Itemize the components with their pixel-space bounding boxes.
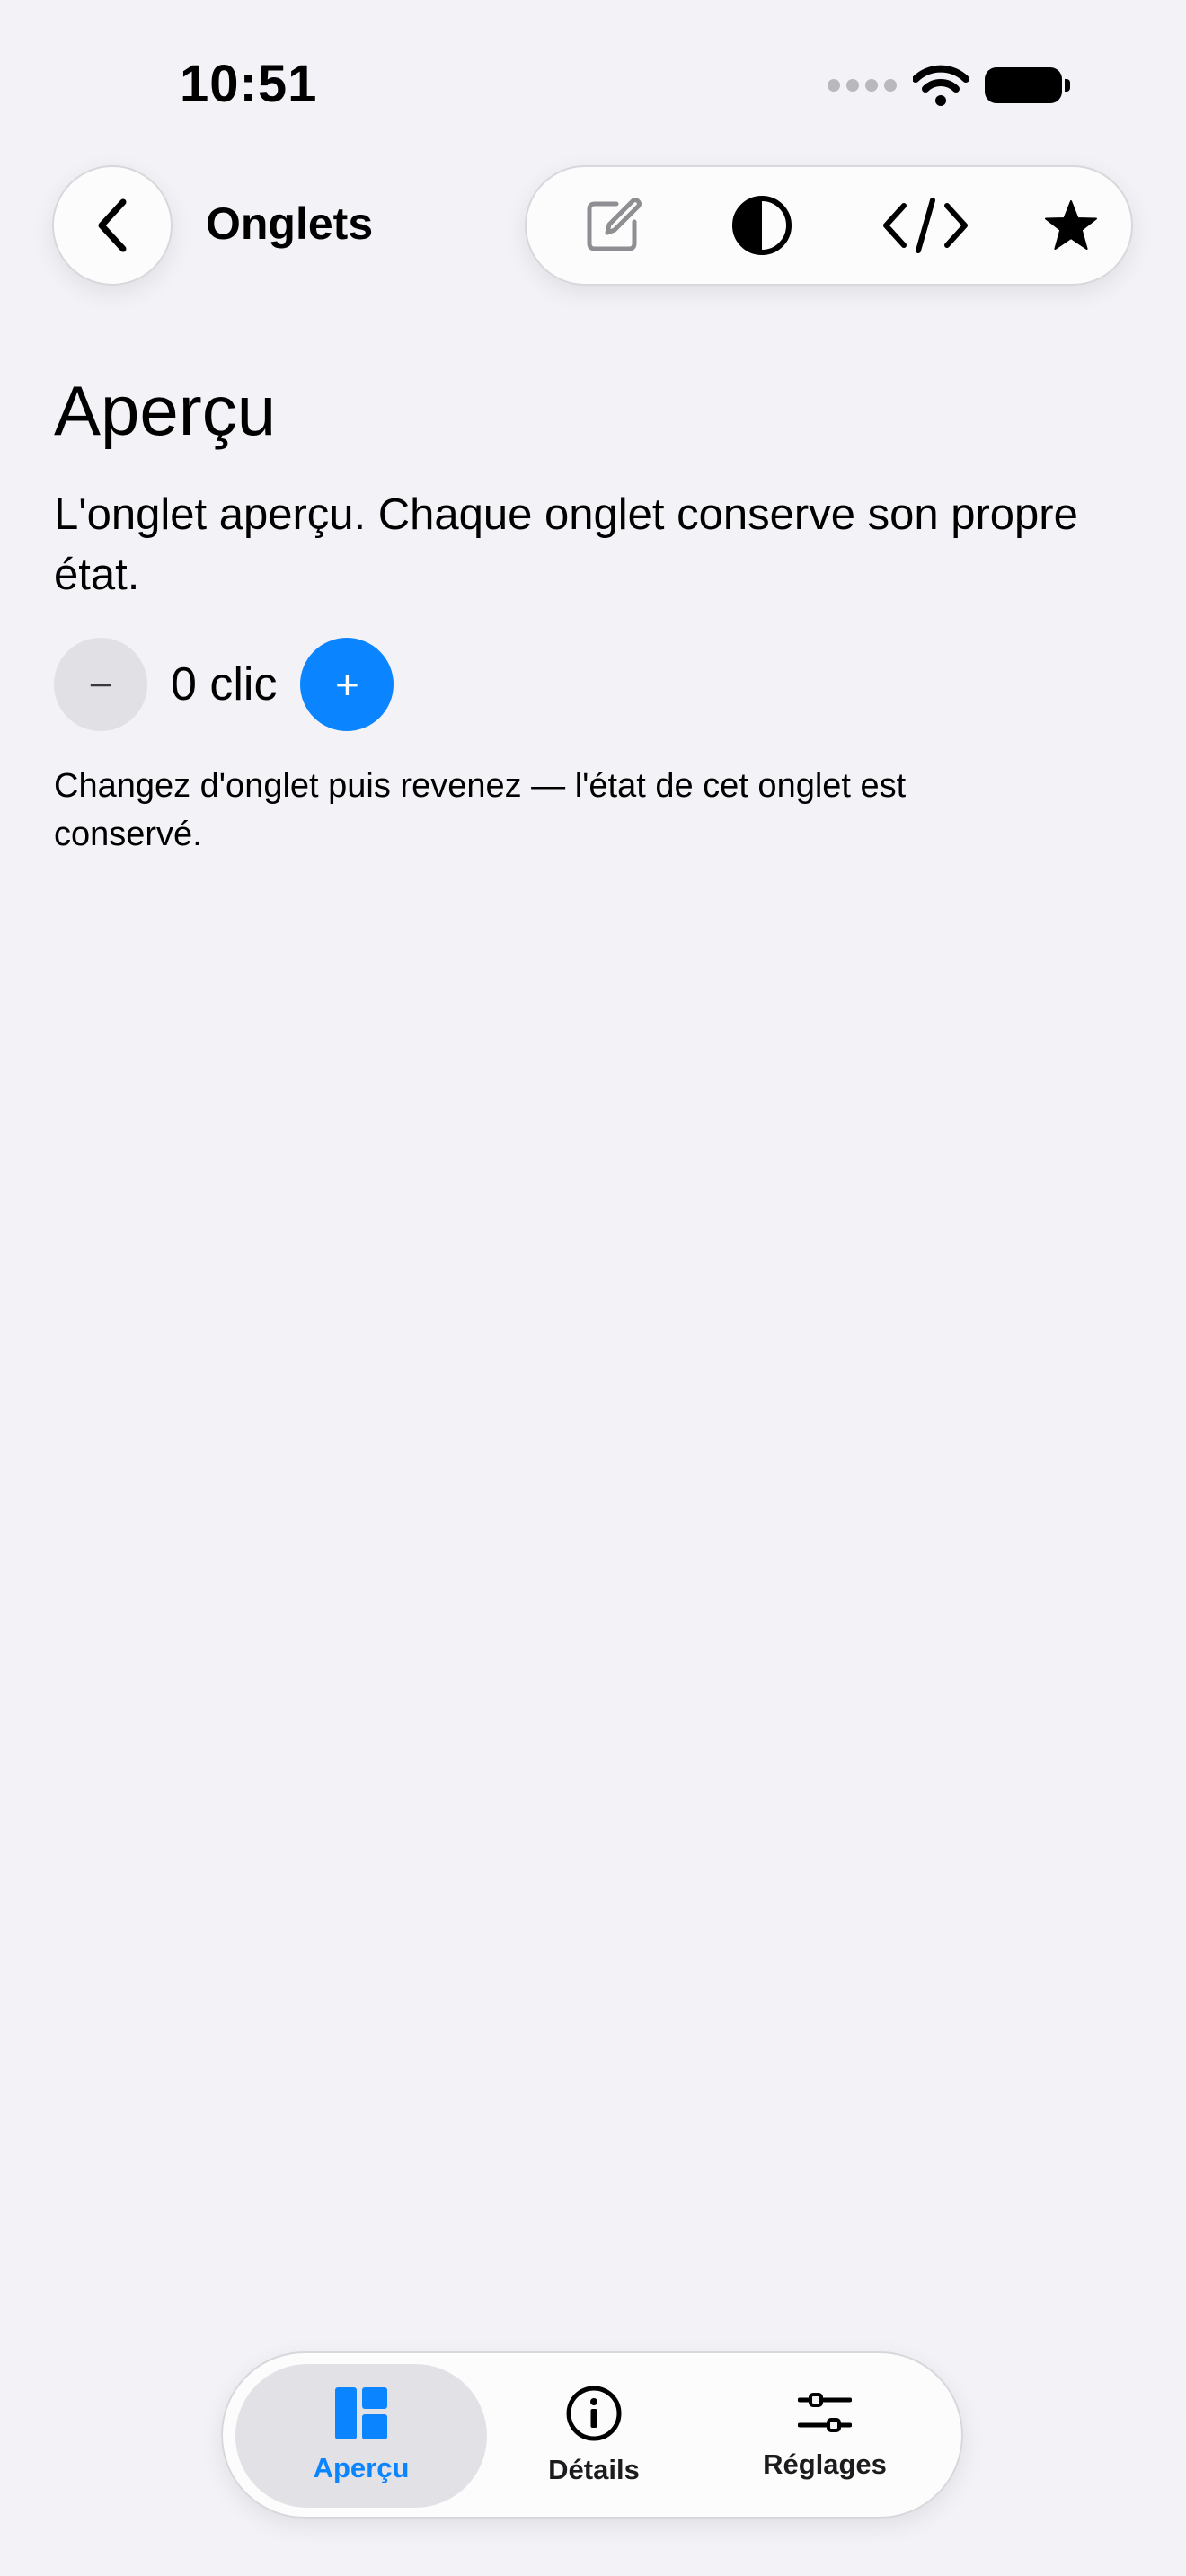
favorite-button[interactable]: [1017, 167, 1125, 284]
code-button[interactable]: [872, 167, 979, 284]
signal-dots-icon: [828, 79, 897, 92]
edit-icon: [587, 198, 642, 251]
click-count-label: 0 clic: [171, 658, 278, 710]
click-counter: − 0 clic +: [54, 638, 394, 731]
chevron-left-icon: [98, 198, 127, 252]
page-title: Aperçu: [54, 371, 277, 450]
info-icon: [566, 2386, 622, 2441]
star-icon: [1045, 200, 1097, 250]
contrast-button[interactable]: [708, 167, 816, 284]
decrement-button[interactable]: −: [54, 638, 147, 731]
back-button[interactable]: [52, 165, 173, 286]
tab-reglages[interactable]: Réglages: [699, 2364, 951, 2508]
tab-label: Réglages: [763, 2448, 887, 2480]
sliders-icon: [798, 2393, 852, 2432]
tab-details[interactable]: Détails: [468, 2364, 720, 2508]
contrast-icon: [732, 196, 792, 255]
dashboard-icon: [335, 2387, 387, 2439]
edit-button[interactable]: [559, 167, 667, 284]
tab-bar: Aperçu Détails Réglages: [221, 2351, 963, 2519]
status-icons: [828, 65, 1070, 106]
code-icon: [883, 198, 968, 253]
toolbar: [525, 165, 1133, 286]
status-time: 10:51: [180, 55, 318, 113]
battery-icon: [985, 67, 1070, 103]
wifi-icon: [913, 65, 969, 106]
nav-title: Onglets: [206, 198, 374, 249]
increment-button[interactable]: +: [300, 638, 394, 731]
tab-label: Aperçu: [313, 2452, 410, 2483]
tab-label: Détails: [548, 2454, 640, 2485]
state-hint: Changez d'onglet puis revenez — l'état d…: [54, 767, 907, 853]
tab-apercu[interactable]: Aperçu: [235, 2364, 487, 2508]
page-description: L'onglet aperçu. Chaque onglet conserve …: [54, 490, 1078, 599]
